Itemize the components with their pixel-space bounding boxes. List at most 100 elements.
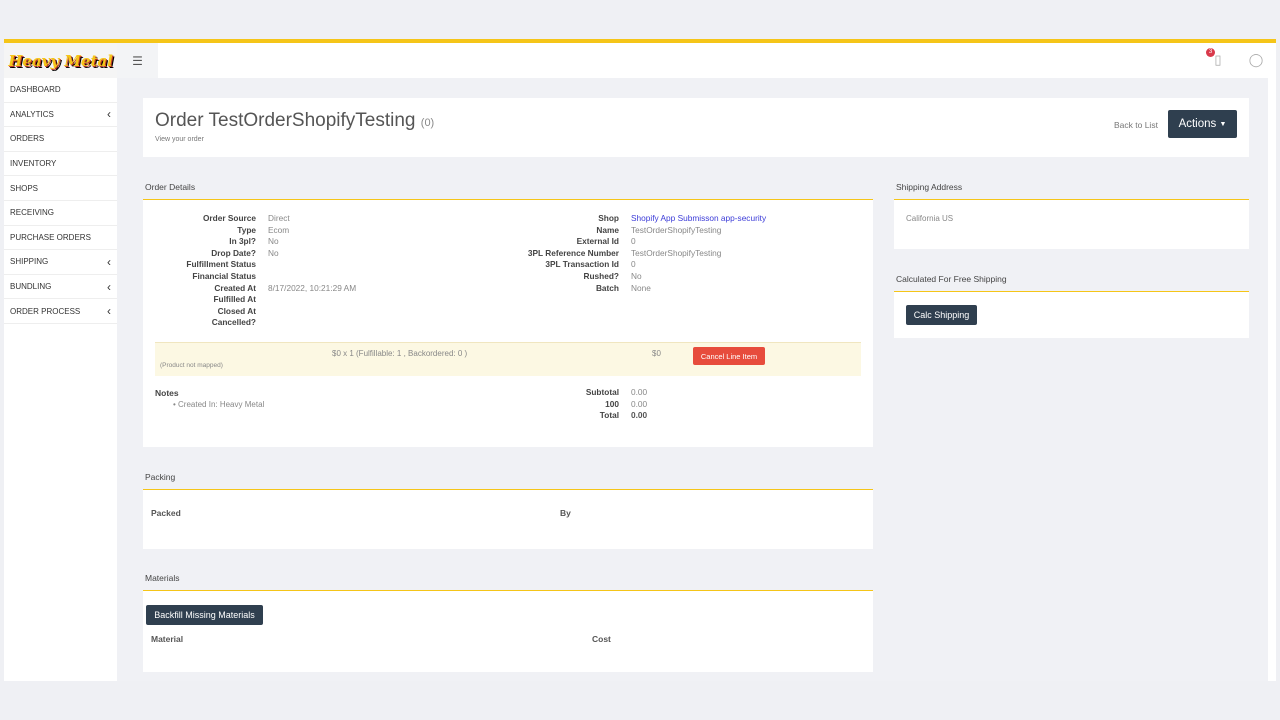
detail-row: Total 0.00 [488, 410, 647, 422]
note-item: • Created In: Heavy Metal [173, 400, 265, 409]
page-header: Order TestOrderShopifyTesting (0) View y… [143, 98, 1249, 157]
sidebar-item-bundling[interactable]: BUNDLING ‹ [4, 275, 117, 300]
detail-label: 3PL Transaction Id [545, 259, 619, 270]
detail-row: 3PL Reference Number TestOrderShopifyTest… [488, 248, 766, 260]
detail-row: Type Ecom [143, 225, 356, 237]
detail-value: No [268, 247, 279, 258]
logo-text: Heavy Metal [8, 51, 113, 70]
hamburger-icon[interactable]: ☰ [117, 43, 158, 78]
sidebar-item-label: ORDERS [10, 134, 45, 144]
page-subtitle: View your order [155, 136, 204, 143]
calc-shipping-button[interactable]: Calc Shipping [906, 305, 977, 325]
order-details-right: Shop Shopify App Submisson app-security Na… [488, 213, 766, 294]
detail-label: 100 [605, 398, 619, 409]
sidebar-item-label: ANALYTICS [10, 109, 54, 119]
shipping-address-card: California US [894, 200, 1249, 249]
detail-row: Subtotal 0.00 [488, 387, 647, 399]
sidebar-item-analytics[interactable]: ANALYTICS ‹ [4, 103, 117, 128]
detail-label: Fulfilled At [213, 294, 256, 305]
by-header: By [560, 508, 571, 518]
packing-title: Packing [145, 472, 176, 482]
detail-label: Created At [214, 282, 256, 293]
user-icon[interactable]: ◯ [1248, 52, 1264, 68]
sidebar-item-shops[interactable]: SHOPS [4, 176, 117, 201]
detail-label: 3PL Reference Number [527, 247, 619, 258]
detail-value: Ecom [268, 224, 290, 235]
cancel-line-item-button[interactable]: Cancel Line Item [693, 347, 765, 365]
actions-button[interactable]: Actions ▼ [1168, 110, 1237, 138]
cost-header: Cost [592, 634, 611, 644]
backfill-materials-button[interactable]: Backfill Missing Materials [146, 605, 263, 625]
app-frame: Heavy Metal ☰ ▯ 3 ◯ DASHBOARD ANALYTICS ‹ OR… [4, 39, 1276, 681]
clipboard-icon[interactable]: ▯ 3 [1206, 48, 1226, 68]
detail-value [256, 259, 268, 271]
sidebar-item-receiving[interactable]: RECEIVING [4, 201, 117, 226]
order-details-left: Order Source Direct Type Ecom In 3pl? No Drop … [143, 213, 356, 329]
detail-label: Batch [595, 282, 619, 293]
detail-label: External Id [576, 236, 619, 247]
page-title: Order TestOrderShopifyTesting (0) [155, 110, 434, 132]
logo[interactable]: Heavy Metal [4, 43, 117, 78]
detail-value: 0.00 [631, 387, 648, 397]
detail-row: Drop Date? No [143, 248, 356, 260]
order-totals: Subtotal 0.00 100 0.00 Total 0.00 [488, 387, 647, 422]
sidebar-item-shipping[interactable]: SHIPPING ‹ [4, 250, 117, 275]
sidebar-item-orders[interactable]: ORDERS [4, 127, 117, 152]
shipping-address-title: Shipping Address [896, 182, 963, 192]
top-bar: Heavy Metal ☰ ▯ 3 ◯ [4, 43, 1276, 78]
materials-card: Backfill Missing Materials Material Cost [143, 591, 873, 672]
detail-value [256, 306, 268, 318]
materials-title: Materials [145, 573, 180, 583]
detail-row: Fulfillment Status [143, 259, 356, 271]
detail-row: Closed At [143, 306, 356, 318]
sidebar-item-purchase-orders[interactable]: PURCHASE ORDERS [4, 226, 117, 251]
free-shipping-card: Calc Shipping [894, 292, 1249, 338]
line-item-note: (Product not mapped) [160, 362, 223, 369]
detail-value: 0 [631, 236, 636, 247]
chevron-left-icon: ‹ [107, 304, 111, 319]
sidebar-item-label: BUNDLING [10, 282, 52, 292]
detail-value: No [268, 236, 279, 247]
detail-value: No [631, 270, 642, 281]
notes-title: Notes [155, 388, 179, 398]
caret-down-icon: ▼ [1219, 120, 1227, 128]
notification-badge: 3 [1206, 48, 1215, 57]
detail-row: Fulfilled At [143, 294, 356, 306]
detail-label: Closed At [217, 305, 256, 316]
detail-label: Fulfillment Status [186, 259, 256, 270]
line-item-row: $0 x 1 (Fulfillable: 1 , Backordered: 0 … [155, 342, 861, 376]
detail-value [256, 271, 268, 283]
note-text: Created In: Heavy Metal [178, 400, 265, 409]
detail-label: Shop [598, 213, 619, 223]
detail-row: In 3pl? No [143, 236, 356, 248]
sidebar: DASHBOARD ANALYTICS ‹ ORDERS INVENTORY SHOPS R… [4, 78, 117, 681]
back-to-list-link[interactable]: Back to List [1114, 120, 1158, 130]
sidebar-item-inventory[interactable]: INVENTORY [4, 152, 117, 177]
detail-row: Financial Status [143, 271, 356, 283]
detail-value: 8/17/2022, 10:21:29 AM [268, 282, 357, 293]
detail-label: Order Source [202, 213, 256, 223]
free-shipping-title: Calculated For Free Shipping [896, 274, 1007, 284]
sidebar-item-dashboard[interactable]: DASHBOARD [4, 78, 117, 103]
shop-link[interactable]: Shopify App Submisson app-security [619, 213, 766, 225]
sidebar-item-label: INVENTORY [10, 159, 57, 169]
detail-row: Shop Shopify App Submisson app-security [488, 213, 766, 225]
sidebar-item-label: SHIPPING [10, 257, 49, 267]
sidebar-item-order-process[interactable]: ORDER PROCESS ‹ [4, 299, 117, 324]
detail-value: 0 [631, 259, 636, 270]
detail-value: None [631, 282, 651, 293]
detail-label: Drop Date? [211, 247, 256, 258]
detail-label: Cancelled? [211, 317, 256, 328]
detail-label: Name [596, 224, 619, 235]
sidebar-item-label: DASHBOARD [10, 85, 61, 95]
chevron-left-icon: ‹ [107, 254, 111, 269]
detail-value [256, 294, 268, 306]
scrollbar[interactable] [1268, 78, 1276, 681]
detail-label: In 3pl? [229, 236, 256, 247]
detail-value: Direct [268, 213, 290, 223]
packed-header: Packed [151, 508, 181, 518]
detail-row: Batch None [488, 283, 766, 295]
order-details-card: Order Source Direct Type Ecom In 3pl? No Drop … [143, 200, 873, 447]
detail-value: 0.00 [631, 410, 648, 421]
sidebar-item-label: SHOPS [10, 183, 39, 193]
